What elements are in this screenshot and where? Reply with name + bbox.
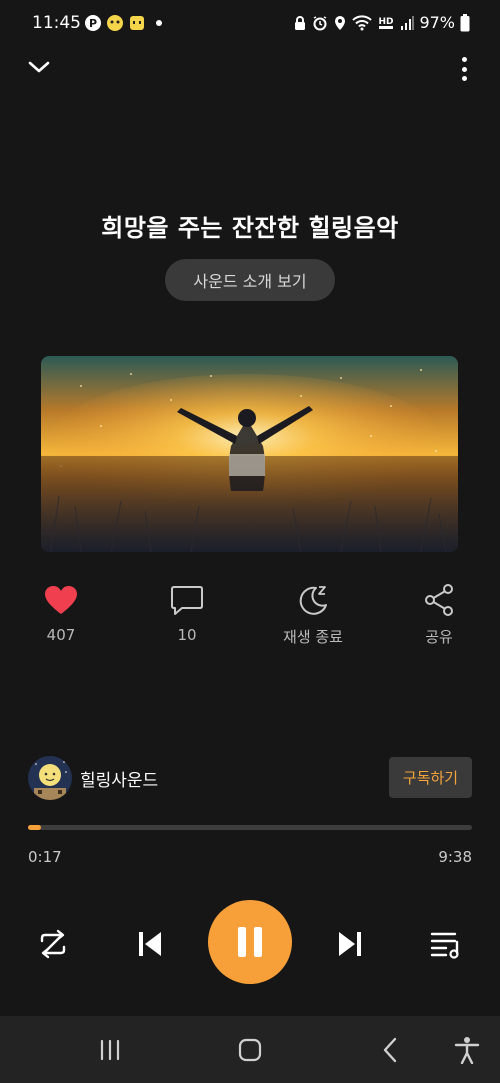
total-time: 9:38 [438, 848, 472, 866]
sleep-timer-button[interactable]: 재생 종료 [263, 580, 363, 647]
like-count: 407 [46, 626, 76, 644]
elapsed-time: 0:17 [28, 848, 62, 866]
dot-icon [150, 14, 168, 32]
pause-icon [238, 927, 246, 957]
svg-text:P: P [89, 17, 97, 30]
sleep-moon-icon [299, 586, 327, 615]
channel-name[interactable]: 힐링사운드 [80, 766, 158, 791]
heart-icon [45, 586, 77, 614]
like-button[interactable]: 407 [11, 580, 111, 644]
location-icon [335, 15, 346, 30]
more-dot [461, 57, 467, 62]
status-time: 11:45 [32, 13, 81, 33]
svg-text:HD: HD [379, 17, 394, 27]
progress-slider[interactable] [28, 825, 472, 830]
recents-button[interactable] [96, 1034, 124, 1066]
action-row: 407 10 재생 종료 공유 [0, 580, 500, 650]
hd-voice-icon: HD [379, 17, 394, 29]
accessibility-button[interactable] [452, 1034, 482, 1066]
chevron-down-icon [28, 61, 50, 73]
wifi-icon [352, 14, 373, 30]
sound-intro-button[interactable]: 사운드 소개 보기 [165, 259, 335, 301]
accessibility-icon [454, 1037, 480, 1064]
playback-controls [0, 898, 500, 988]
previous-button[interactable] [130, 924, 170, 964]
subscribe-button[interactable]: 구독하기 [389, 757, 472, 798]
next-button[interactable] [330, 924, 370, 964]
progress-fill [28, 825, 41, 830]
top-bar [0, 50, 500, 90]
repeat-icon [40, 929, 66, 959]
sleep-timer-label: 재생 종료 [283, 628, 343, 646]
back-icon [383, 1037, 397, 1063]
playlist-button[interactable] [426, 924, 466, 964]
parking-app-icon: P [84, 14, 102, 32]
comment-count: 10 [177, 626, 197, 644]
skip-next-icon [339, 932, 361, 956]
more-dot [461, 66, 467, 72]
pause-button[interactable] [208, 900, 292, 984]
track-title: 희망을 주는 잔잔한 힐링음악 [101, 214, 399, 242]
home-icon [238, 1038, 262, 1062]
signal-icon [401, 15, 415, 30]
repeat-button[interactable] [33, 924, 73, 964]
battery-icon [460, 13, 470, 31]
home-button[interactable] [235, 1034, 265, 1066]
collapse-button[interactable] [24, 52, 54, 82]
playlist-icon [430, 932, 459, 959]
share-icon [425, 584, 453, 616]
alarm-icon [313, 15, 327, 30]
album-art [41, 356, 458, 552]
pause-icon [254, 927, 262, 957]
channel-avatar[interactable] [28, 756, 72, 800]
system-nav-bar [0, 1016, 500, 1083]
channel-row: 힐링사운드 구독하기 [28, 756, 472, 800]
status-bar: 11:45 P HD 97% [0, 0, 500, 48]
emoji-square-icon [128, 14, 146, 32]
more-dot [461, 76, 467, 81]
battery-percent: 97% [419, 13, 455, 32]
back-button[interactable] [376, 1034, 404, 1066]
emoji-face-icon [106, 14, 124, 32]
lock-icon [295, 15, 306, 30]
more-options-button[interactable] [454, 52, 474, 86]
share-button[interactable]: 공유 [389, 580, 489, 647]
comment-icon [171, 586, 203, 615]
comment-button[interactable]: 10 [137, 580, 237, 644]
share-label: 공유 [425, 628, 453, 646]
recents-icon [100, 1039, 120, 1061]
skip-previous-icon [139, 932, 161, 956]
